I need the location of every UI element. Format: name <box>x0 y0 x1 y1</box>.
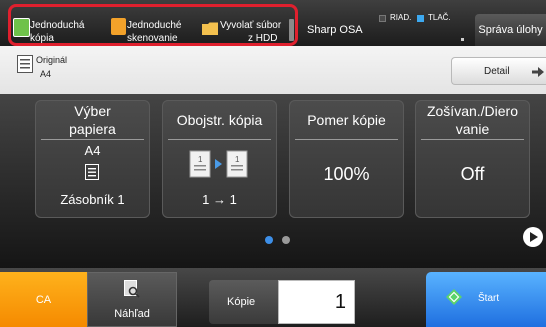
copy-ratio-divider <box>295 139 398 140</box>
preview-button[interactable]: Náhľad <box>87 272 177 327</box>
svg-text:1: 1 <box>235 155 240 164</box>
original-document-icon <box>17 55 33 73</box>
start-label: Štart <box>478 293 500 304</box>
arrow-right-icon <box>532 67 544 77</box>
detail-button[interactable]: Detail <box>451 57 546 85</box>
original-size: A4 <box>40 69 52 79</box>
next-page-button[interactable] <box>523 227 543 247</box>
status-print-indicator <box>417 15 424 22</box>
status-line-indicator <box>379 15 386 22</box>
play-right-icon <box>530 232 538 242</box>
copies-label: Kópie <box>227 296 256 308</box>
staple-punch-tile[interactable]: Zošívan./Diero vanie Off <box>415 100 530 218</box>
page-dot-inactive[interactable] <box>282 236 290 244</box>
preview-magnifier-icon <box>124 280 140 298</box>
svg-text:1: 1 <box>198 155 203 164</box>
page-dot-active[interactable] <box>265 236 273 244</box>
status-line-label: RIAD. <box>390 13 412 22</box>
job-status-button[interactable]: Správa úlohy <box>475 14 546 46</box>
duplex-copy-title: Obojstr. kópia <box>176 112 263 128</box>
status-corner-dot <box>461 38 464 41</box>
duplex-copy-divider <box>168 139 271 140</box>
detail-label: Detail <box>484 66 510 77</box>
start-button[interactable]: Štart <box>426 272 546 327</box>
app-shortcuts-highlight <box>8 4 298 46</box>
staple-punch-title-line2: vanie <box>455 121 490 137</box>
paper-select-title-line1: Výber <box>74 103 111 119</box>
copy-ratio-value: 100% <box>323 164 370 184</box>
duplex-copy-value: 1 → 1 <box>202 192 237 207</box>
copy-ratio-title: Pomer kópie <box>307 112 386 128</box>
sharp-osa-label[interactable]: Sharp OSA <box>307 24 363 36</box>
copies-input[interactable] <box>278 280 355 324</box>
clear-all-button[interactable]: CA <box>0 272 87 327</box>
paper-select-size: A4 <box>84 143 101 158</box>
paper-tray-icon <box>85 164 99 180</box>
preview-label: Náhľad <box>114 308 150 320</box>
paper-select-title-line2: papiera <box>69 121 116 137</box>
status-print-label: TLAČ. <box>428 13 451 22</box>
paper-select-divider <box>41 139 144 140</box>
staple-punch-title-line1: Zošívan./Diero <box>426 103 519 119</box>
start-diamond-icon <box>446 289 462 305</box>
staple-punch-divider <box>421 139 524 140</box>
duplex-pages-icon: 1 1 <box>189 150 248 178</box>
duplex-copy-tile[interactable]: Obojstr. kópia 1 1 1 → 1 <box>162 100 277 218</box>
staple-punch-value: Off <box>460 164 485 184</box>
original-label: Originál <box>36 55 68 65</box>
paper-select-tile[interactable]: Výber papiera A4 Zásobník 1 <box>35 100 150 218</box>
copy-ratio-tile[interactable]: Pomer kópie 100% <box>289 100 404 218</box>
paper-select-tray: Zásobník 1 <box>60 192 125 207</box>
